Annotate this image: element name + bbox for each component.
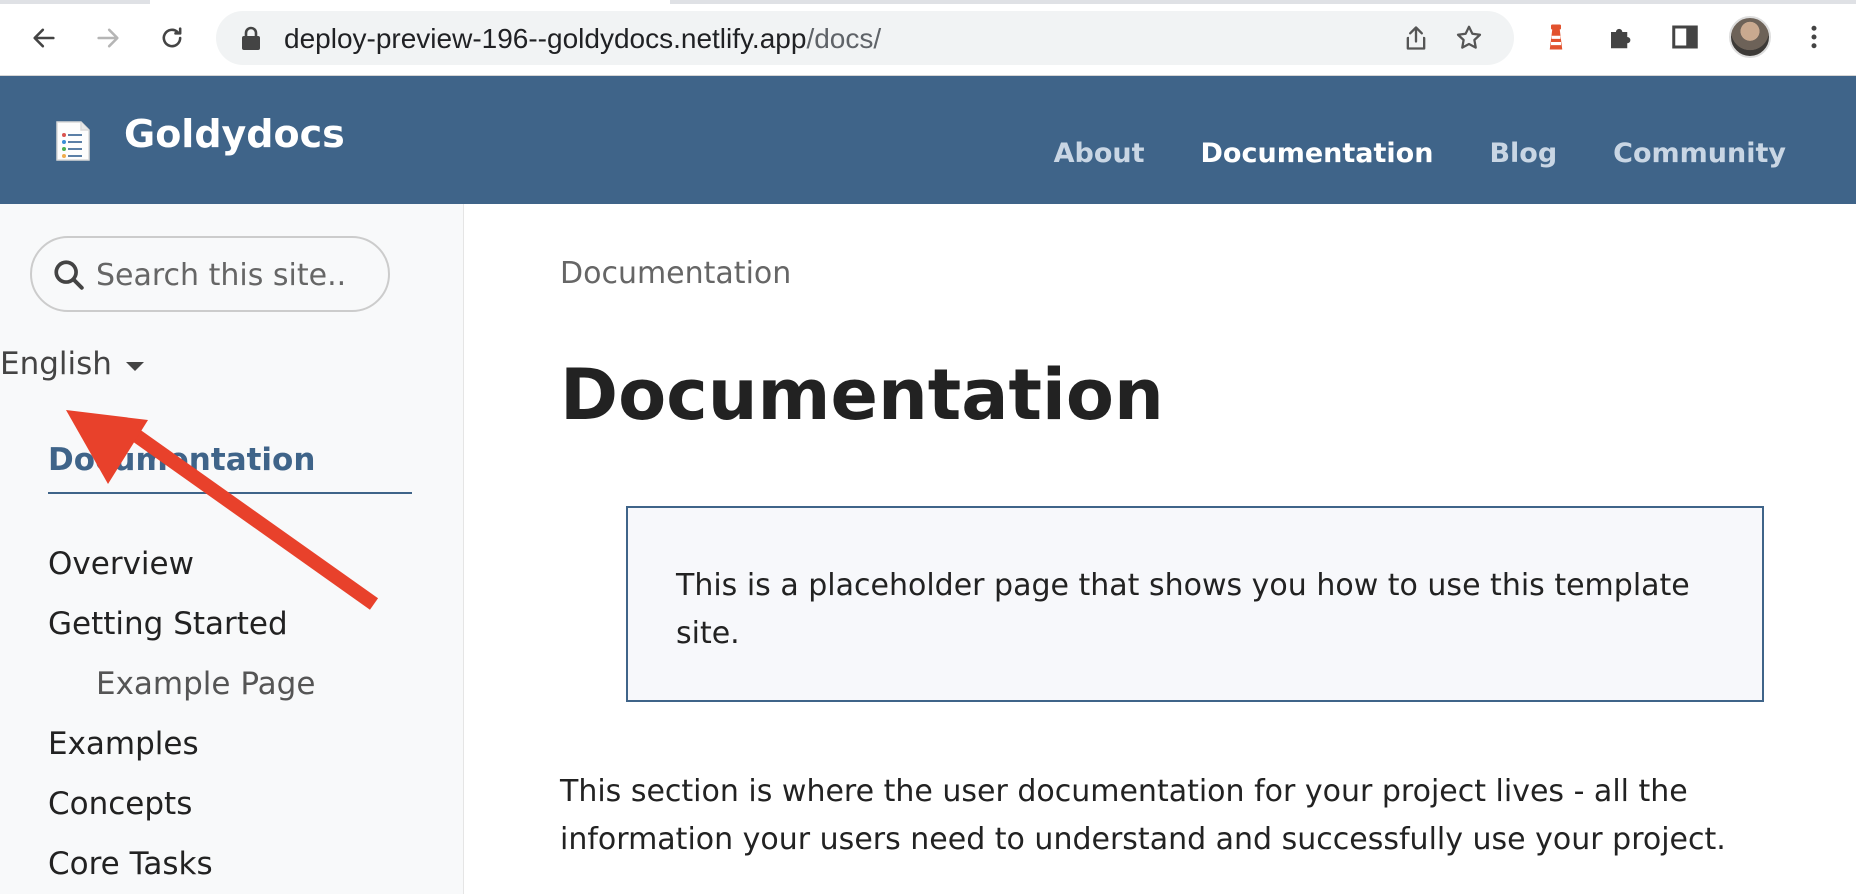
sidebar-item-getting-started[interactable]: Getting Started [48,594,315,654]
back-button[interactable] [26,20,62,56]
arrow-right-icon [97,28,119,48]
search-icon [54,260,84,290]
sidebar-item-overview[interactable]: Overview [48,534,315,594]
site-brand[interactable]: Goldydocs [124,112,345,156]
top-nav: About Documentation Blog Community [1054,138,1786,169]
forward-button[interactable] [90,20,126,56]
language-dropdown[interactable]: English [0,346,144,382]
lighthouse-icon [1549,24,1563,50]
sidebar-item-example-page[interactable]: Example Page [48,654,315,714]
sidebar-item-examples[interactable]: Examples [48,714,315,774]
language-label: English [0,346,112,382]
caret-down-icon [125,361,144,371]
side-panel-button[interactable] [1667,19,1703,55]
lighthouse-extension-button[interactable] [1538,19,1574,55]
docs-sidebar: English Documentation Overview Getting S… [0,204,464,894]
sidebar-section-title[interactable]: Documentation [48,442,412,494]
breadcrumb[interactable]: Documentation [560,256,791,291]
docs-logo-icon[interactable] [54,120,92,162]
reload-button[interactable] [154,20,190,56]
site-search[interactable] [30,236,390,312]
star-icon[interactable] [1454,23,1484,53]
puzzle-icon [1611,28,1631,49]
nav-link-blog[interactable]: Blog [1489,138,1557,169]
browser-menu-button[interactable] [1796,19,1832,55]
nav-link-about[interactable]: About [1054,138,1145,169]
address-bar[interactable]: deploy-preview-196--goldydocs.netlify.ap… [216,11,1514,65]
tab-strip-edge [0,0,1856,4]
url-text[interactable]: deploy-preview-196--goldydocs.netlify.ap… [284,23,881,55]
nav-link-community[interactable]: Community [1613,138,1786,169]
sidebar-item-core-tasks[interactable]: Core Tasks [48,834,315,894]
search-input[interactable] [96,252,376,298]
page-title: Documentation [560,354,1164,436]
browser-toolbar: deploy-preview-196--goldydocs.netlify.ap… [0,0,1856,76]
url-path: /docs/ [806,23,882,54]
profile-avatar[interactable] [1729,16,1771,58]
url-host: deploy-preview-196--goldydocs.netlify.ap… [284,23,807,54]
side-panel-icon [1672,25,1698,49]
arrow-left-icon [33,28,55,48]
nav-link-documentation[interactable]: Documentation [1201,138,1434,169]
callout-text: This is a placeholder page that shows yo… [676,568,1690,651]
lock-icon[interactable] [240,25,262,51]
site-header: Goldydocs About Documentation Blog Commu… [0,76,1856,204]
share-icon[interactable] [1402,24,1430,52]
reload-icon [162,27,182,48]
intro-paragraph: This section is where the user documenta… [560,774,1726,857]
sidebar-item-concepts[interactable]: Concepts [48,774,315,834]
extensions-button[interactable] [1603,19,1639,55]
docs-main: Documentation Documentation This is a pl… [464,204,1856,894]
kebab-menu-icon [1811,25,1817,49]
sidebar-nav-list: Overview Getting Started Example Page Ex… [48,534,315,894]
placeholder-callout: This is a placeholder page that shows yo… [626,506,1764,702]
